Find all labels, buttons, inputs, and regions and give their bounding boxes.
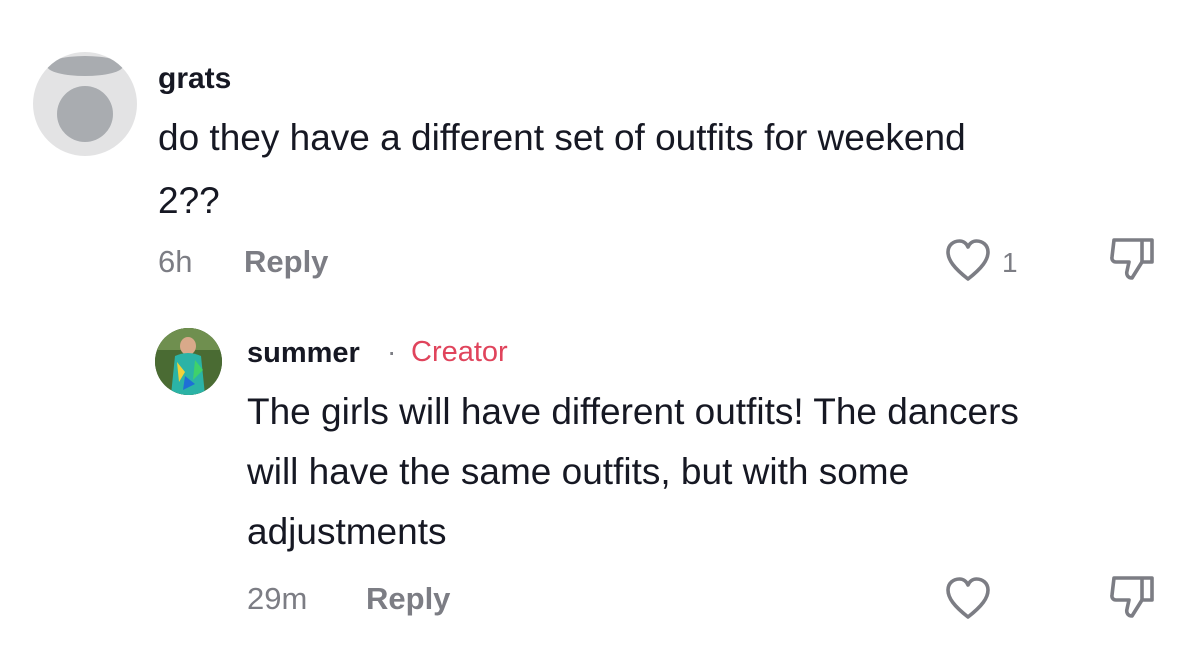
comment-text-line: The girls will have different outfits! T… — [247, 391, 1019, 432]
like-button[interactable] — [944, 576, 992, 622]
default-avatar-icon-graphic — [47, 56, 123, 142]
user-avatar[interactable] — [155, 328, 222, 395]
like-count: 1 — [1002, 247, 1018, 278]
comment-username[interactable]: summer — [247, 337, 360, 370]
comment: grats do they have a different set of ou… — [0, 0, 1200, 300]
separator-dot: · — [387, 336, 397, 367]
comment-text-line: adjustments — [247, 511, 447, 552]
comment-username[interactable]: grats — [158, 62, 231, 96]
thumbs-down-icon — [1110, 238, 1154, 280]
comment-reply: summer · Creator The girls will have dif… — [0, 300, 1200, 646]
thumbs-down-icon — [1110, 576, 1154, 618]
creator-badge: Creator — [411, 336, 508, 368]
reply-button[interactable]: Reply — [244, 244, 328, 280]
dislike-button[interactable] — [1106, 572, 1158, 624]
comment-text-line: 2?? — [158, 180, 220, 221]
reply-button[interactable]: Reply — [366, 581, 450, 617]
heart-icon — [946, 239, 990, 281]
dislike-button[interactable] — [1106, 234, 1158, 286]
heart-icon — [946, 577, 990, 619]
like-button[interactable] — [944, 238, 992, 284]
comment-text-line: do they have a different set of outfits … — [158, 117, 966, 158]
default-avatar-icon[interactable] — [33, 52, 137, 156]
avatar-photo-graphic — [155, 328, 222, 395]
comment-text-line: will have the same outfits, but with som… — [247, 451, 910, 492]
comment-timestamp: 6h — [158, 244, 193, 279]
comment-timestamp: 29m — [247, 581, 308, 616]
